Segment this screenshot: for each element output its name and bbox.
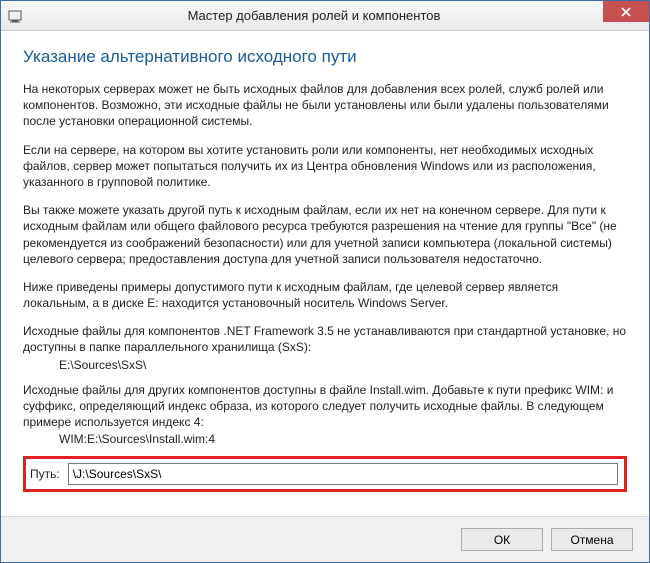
example-path-sxs: E:\Sources\SxS\ xyxy=(23,358,627,372)
close-button[interactable] xyxy=(603,1,649,22)
paragraph-perms: Вы также можете указать другой путь к ис… xyxy=(23,202,627,267)
close-icon xyxy=(621,7,631,17)
path-input[interactable] xyxy=(68,463,618,485)
path-row: Путь: xyxy=(23,456,627,492)
paragraph-sxs: Исходные файлы для компонентов .NET Fram… xyxy=(23,323,627,355)
ok-button[interactable]: ОК xyxy=(461,528,543,551)
paragraph-wim: Исходные файлы для других компонентов до… xyxy=(23,382,627,431)
system-icon xyxy=(1,8,29,24)
dialog-window: Мастер добавления ролей и компонентов Ук… xyxy=(0,0,650,563)
paragraph-examples-intro: Ниже приведены примеры допустимого пути … xyxy=(23,279,627,311)
button-bar: ОК Отмена xyxy=(1,516,649,562)
paragraph-intro: На некоторых серверах может не быть исхо… xyxy=(23,81,627,130)
page-heading: Указание альтернативного исходного пути xyxy=(23,47,627,67)
paragraph-wu: Если на сервере, на котором вы хотите ус… xyxy=(23,142,627,191)
titlebar: Мастер добавления ролей и компонентов xyxy=(1,1,649,31)
example-path-wim: WIM:E:\Sources\Install.wim:4 xyxy=(23,432,627,446)
dialog-content: Указание альтернативного исходного пути … xyxy=(1,31,649,516)
path-label: Путь: xyxy=(30,467,60,481)
cancel-button[interactable]: Отмена xyxy=(551,528,633,551)
window-title: Мастер добавления ролей и компонентов xyxy=(29,8,649,23)
